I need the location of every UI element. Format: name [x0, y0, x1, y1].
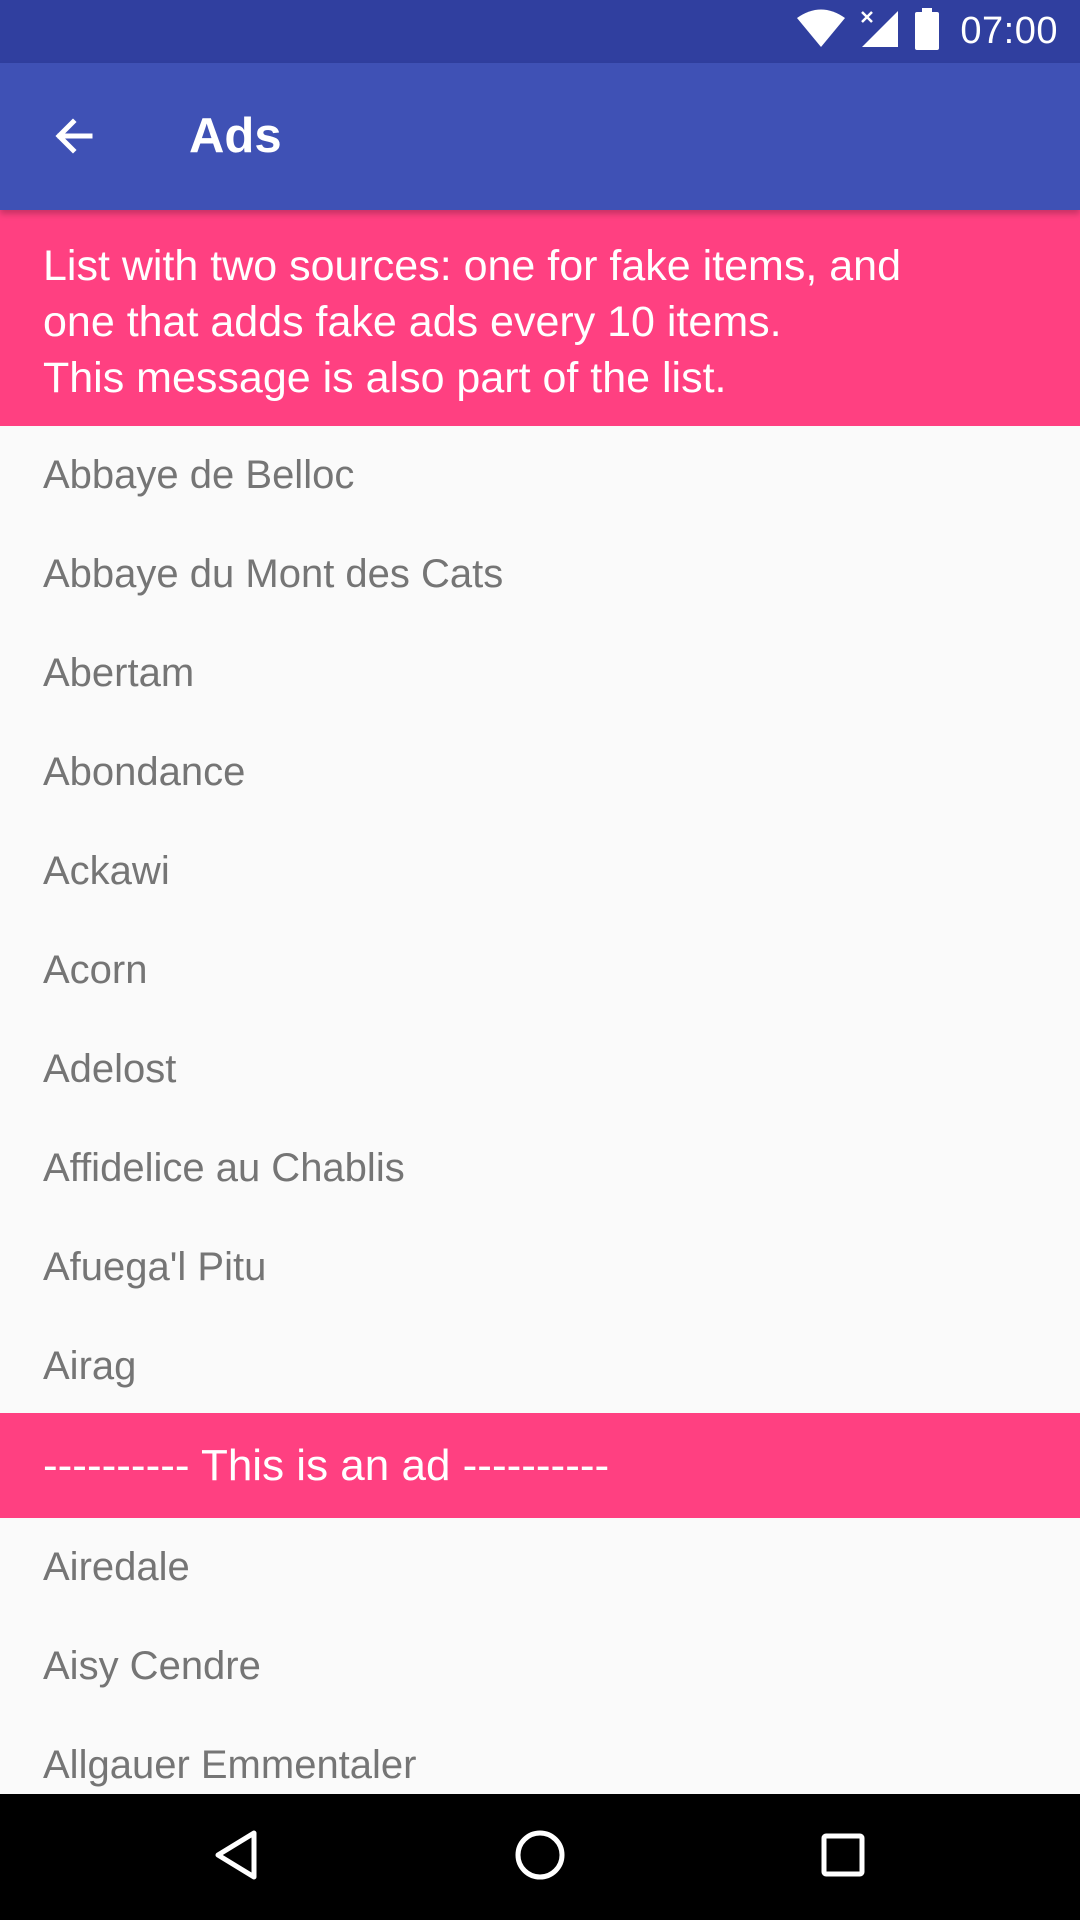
list-item[interactable]: Acorn — [0, 921, 1080, 1020]
home-circle-icon — [514, 1829, 566, 1886]
ad-banner[interactable]: ---------- This is an ad ---------- — [0, 1413, 1080, 1518]
list-item[interactable]: Abbaye du Mont des Cats — [0, 525, 1080, 624]
signal-icon — [860, 9, 900, 54]
arrow-back-icon — [50, 112, 98, 165]
list-item[interactable]: Abbaye de Belloc — [0, 426, 1080, 525]
wifi-icon — [796, 9, 846, 54]
list-item[interactable]: Afuega'l Pitu — [0, 1218, 1080, 1317]
page-title: Ads — [189, 109, 282, 163]
list-item[interactable]: Allgauer Emmentaler — [0, 1716, 1080, 1794]
nav-home-button[interactable] — [490, 1817, 590, 1897]
status-icons: 07:00 — [796, 0, 1058, 63]
back-button[interactable] — [26, 98, 122, 178]
nav-back-button[interactable] — [186, 1817, 286, 1897]
recents-square-icon — [820, 1832, 866, 1883]
list-item[interactable]: Affidelice au Chablis — [0, 1119, 1080, 1218]
back-triangle-icon — [212, 1829, 260, 1886]
status-bar: 07:00 — [0, 0, 1080, 63]
list-item[interactable]: Ackawi — [0, 822, 1080, 921]
status-time: 07:00 — [960, 10, 1058, 52]
nav-recents-button[interactable] — [793, 1817, 893, 1897]
cheese-list[interactable]: List with two sources: one for fake item… — [0, 210, 1080, 1794]
battery-icon — [914, 8, 940, 55]
header-message-line: List with two sources: one for fake item… — [43, 242, 902, 290]
header-message-line: This message is also part of the list. — [43, 354, 727, 402]
list-item[interactable]: Abertam — [0, 624, 1080, 723]
list-header-message: List with two sources: one for fake item… — [0, 210, 1080, 426]
app-toolbar: Ads — [0, 63, 1080, 210]
list-item[interactable]: Aisy Cendre — [0, 1617, 1080, 1716]
list-item[interactable]: Abondance — [0, 723, 1080, 822]
header-message-line: one that adds fake ads every 10 items. — [43, 298, 782, 346]
list-item[interactable]: Airag — [0, 1317, 1080, 1416]
list-item[interactable]: Adelost — [0, 1020, 1080, 1119]
list-item[interactable]: Airedale — [0, 1518, 1080, 1617]
navigation-bar — [0, 1794, 1080, 1920]
